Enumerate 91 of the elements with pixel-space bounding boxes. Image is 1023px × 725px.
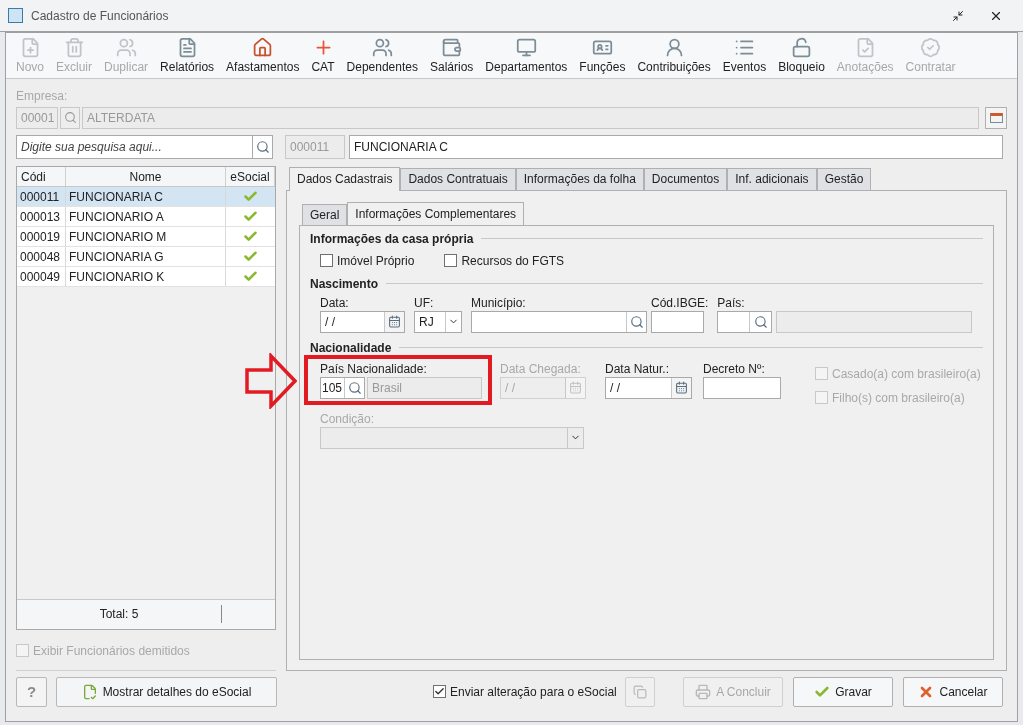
search-field[interactable]: Digite sua pesquisa aqui... bbox=[16, 134, 253, 159]
employee-code-field: 000011 bbox=[285, 134, 345, 159]
tab[interactable]: Informações da folha bbox=[515, 167, 644, 190]
date-field[interactable]: / / bbox=[605, 376, 692, 399]
section-title: Nascimento bbox=[310, 275, 379, 293]
country-field[interactable] bbox=[717, 310, 773, 333]
document-check-icon bbox=[81, 683, 98, 700]
table-cell: FUNCIONARIO K bbox=[66, 266, 226, 286]
copy-icon bbox=[632, 684, 647, 699]
table-row[interactable]: 000049 FUNCIONARIO K bbox=[17, 266, 275, 287]
column-header[interactable]: Códi bbox=[17, 166, 66, 186]
table-cell: FUNCIONARIO A bbox=[66, 206, 226, 226]
table-cell: FUNCIONARIO M bbox=[66, 226, 226, 246]
field-label: Decreto Nº: bbox=[703, 360, 766, 377]
search-icon[interactable] bbox=[626, 311, 646, 332]
checkbox-label: Imóvel Próprio bbox=[337, 252, 415, 270]
nationality-name-field: Brasil bbox=[367, 376, 482, 399]
checkbox-label: Recursos do FGTS bbox=[461, 252, 565, 270]
restore-icon bbox=[952, 9, 964, 22]
state-dropdown[interactable]: RJ bbox=[414, 310, 462, 333]
checkbox[interactable] bbox=[433, 685, 446, 699]
toolbar-button[interactable]: Departamentos bbox=[479, 35, 574, 78]
printer-icon bbox=[695, 683, 712, 700]
toolbar-button[interactable]: Salários bbox=[423, 35, 480, 78]
checkbox[interactable] bbox=[444, 254, 458, 268]
nationality-code-field[interactable]: 105 bbox=[320, 376, 365, 399]
arrow-drawing bbox=[245, 353, 297, 409]
field-label: UF: bbox=[414, 294, 435, 311]
table-row[interactable]: 000013 FUNCIONARIO A bbox=[17, 206, 275, 227]
field-label: Data: bbox=[320, 294, 350, 311]
toolbar-button[interactable]: Eventos bbox=[716, 35, 773, 78]
toolbar-button[interactable]: Funções bbox=[573, 35, 632, 78]
padlock-icon bbox=[791, 35, 812, 60]
column-header[interactable]: eSocial bbox=[226, 166, 275, 186]
toolbar-button[interactable]: Dependentes bbox=[340, 35, 424, 78]
employee-name-field[interactable]: FUNCIONARIA C bbox=[349, 134, 1003, 159]
toolbar-button[interactable]: Afastamentos bbox=[220, 35, 306, 78]
toolbar-button[interactable]: Contribuições bbox=[631, 35, 717, 78]
section-title: Nacionalidade bbox=[310, 339, 392, 357]
search-icon[interactable] bbox=[344, 377, 364, 398]
city-field[interactable] bbox=[471, 310, 647, 333]
tab[interactable]: Dados Contratuais bbox=[400, 167, 516, 190]
table-cell: 000049 bbox=[17, 266, 66, 286]
search-icon[interactable] bbox=[253, 134, 273, 159]
field-label: Empresa: bbox=[16, 88, 68, 103]
ibge-code-field[interactable] bbox=[651, 310, 704, 333]
table-cell: 000011 bbox=[17, 186, 66, 206]
app-icon bbox=[8, 8, 23, 23]
tab[interactable]: Inf. adicionais bbox=[727, 167, 817, 190]
table-cell: FUNCIONARIA C bbox=[66, 186, 226, 206]
esocial-details-button[interactable]: Mostrar detalhes do eSocial bbox=[56, 676, 277, 707]
field-label: Condição: bbox=[320, 410, 376, 427]
table-row[interactable]: 000019 FUNCIONARIO M bbox=[17, 226, 275, 247]
total-label: Total: 5 bbox=[17, 605, 222, 624]
table-cell: 000019 bbox=[17, 226, 66, 246]
tab[interactable]: Dados Cadastrais bbox=[289, 166, 401, 191]
decree-field[interactable] bbox=[703, 376, 781, 399]
action-button[interactable]: Gravar bbox=[793, 676, 893, 707]
section-title: Informações da casa própria bbox=[310, 230, 474, 248]
toolbar-button[interactable]: Bloqueio bbox=[772, 35, 831, 78]
table-cell: FUNCIONARIA G bbox=[66, 246, 226, 266]
date-field[interactable]: / / bbox=[320, 310, 405, 333]
field-label: Cód.IBGE: bbox=[651, 294, 709, 311]
checkbox-label: Exibir Funcionários demitidos bbox=[33, 642, 190, 660]
search-icon[interactable] bbox=[60, 106, 80, 129]
field-label: País: bbox=[717, 294, 746, 311]
table-cell: 000013 bbox=[17, 206, 66, 226]
field-label: País Nacionalidade: bbox=[320, 360, 428, 377]
table-row[interactable]: 000048 FUNCIONARIA G bbox=[17, 246, 275, 267]
checkbox-label: Casado(a) com brasileiro(a) bbox=[832, 365, 981, 383]
toolbar-button[interactable]: Relatórios bbox=[154, 35, 221, 78]
table-cell: 000048 bbox=[17, 246, 66, 266]
copy-button[interactable] bbox=[624, 676, 655, 707]
tab[interactable]: Documentos bbox=[643, 167, 728, 190]
column-header[interactable]: Nome bbox=[66, 166, 226, 186]
tab[interactable]: Geral bbox=[302, 203, 348, 225]
checkbox-label: Enviar alteração para o eSocial bbox=[450, 683, 617, 701]
tab[interactable]: Gestão bbox=[816, 167, 872, 190]
calendar-icon[interactable] bbox=[384, 311, 404, 332]
field-label: Município: bbox=[471, 294, 527, 311]
checkbox[interactable] bbox=[320, 254, 333, 268]
layout-button[interactable] bbox=[985, 106, 1007, 129]
window-title: Cadastro de Funcionários bbox=[31, 7, 169, 25]
checkbox-label: Filho(s) com brasileiro(a) bbox=[832, 389, 965, 407]
action-button[interactable]: Cancelar bbox=[903, 676, 1003, 707]
tab[interactable]: Informações Complementares bbox=[347, 201, 525, 226]
field-label: Data Natur.: bbox=[605, 360, 671, 377]
table-row[interactable]: 000011 FUNCIONARIA C bbox=[17, 186, 275, 207]
toolbar-button[interactable]: CAT bbox=[305, 35, 341, 78]
field-label: Data Chegada: bbox=[500, 360, 582, 377]
calendar-icon[interactable] bbox=[671, 377, 691, 398]
